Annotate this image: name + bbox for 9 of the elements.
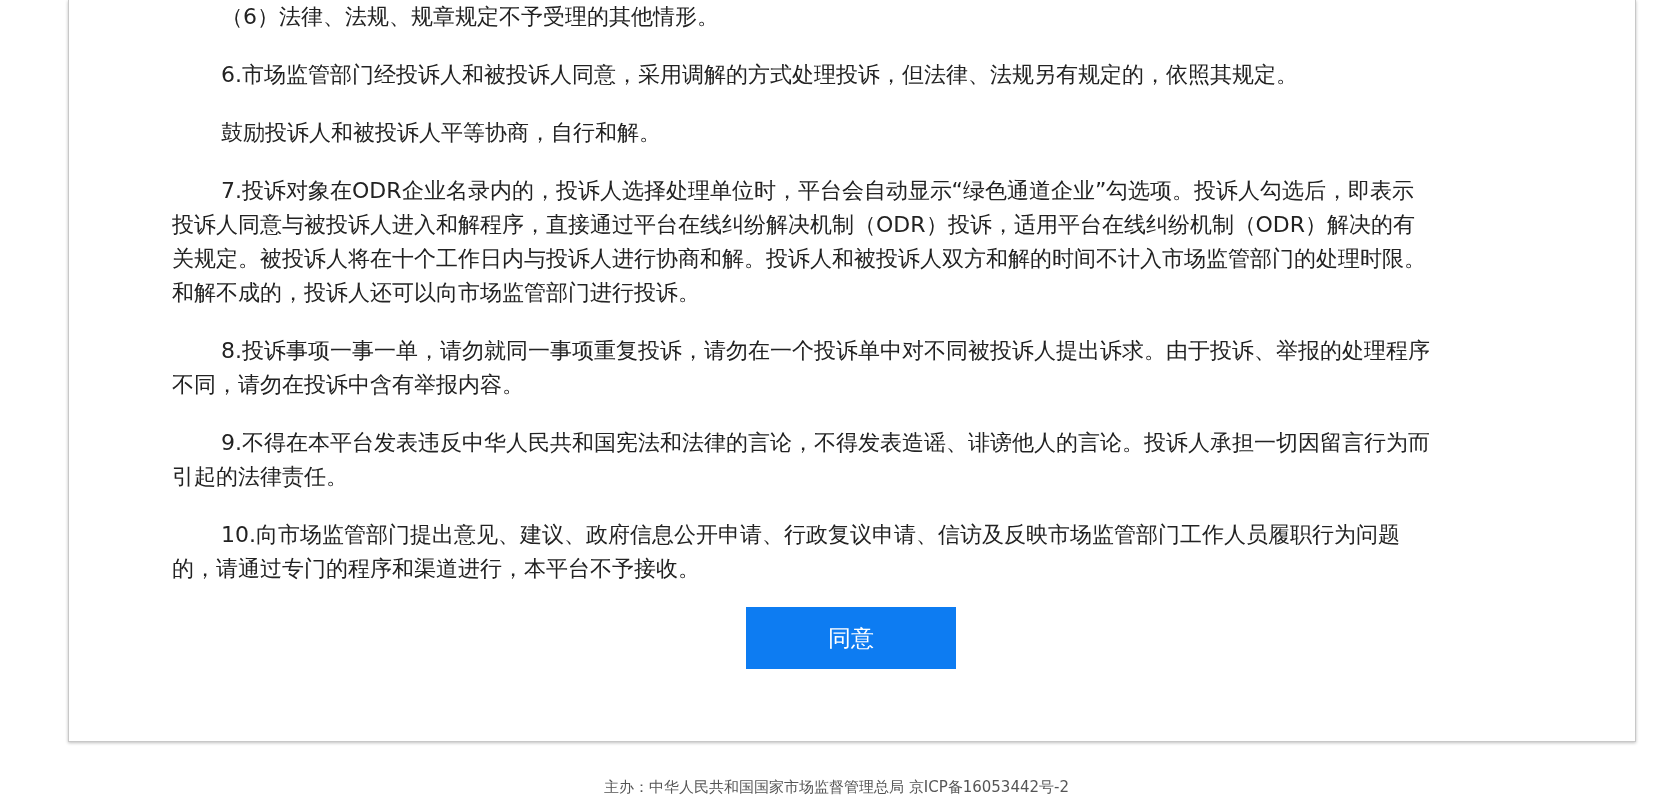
paragraph: 8.投诉事项一事一单，请勿就同一事项重复投诉，请勿在一个投诉单中对不同被投诉人提出诉求。由于投诉、举报的处理程序 不同，请勿在投诉中含有举报内容。 (172, 337, 1431, 399)
paragraph: 9.不得在本平台发表违反中华人民共和国宪法和法律的言论，不得发表造谣、诽谤他人的言论。投诉人承担一切因留言行为而 引起的法律责任。 (172, 429, 1431, 491)
paragraph: 6.市场监管部门经投诉人和被投诉人同意，采用调解的方式处理投诉，但法律、法规另有规定的，依照其规定。 (220, 61, 1299, 89)
agree-button[interactable]: 同意 (745, 607, 956, 669)
paragraph: 7.投诉对象在ODR企业名录内的，投诉人选择处理单位时，平台会自动显示“绿色通道企业”勾选项。投诉人勾选后，即表示 投诉人同意与被投诉人进入和解程序，直接通过平台在线纠纷解决机制（ODR）投诉，适用平台在线纠纷机制（ODR）解决的有 关规定。被投诉人将在十个工作日内与投诉人进行协商和解。投诉人和被投诉人双方和解的时间不计入市场监管部门的处理时限。 和解不成的，投诉人还可以向市场监管部门进行投诉。 (172, 177, 1427, 307)
paragraph: 鼓励投诉人和被投诉人平等协商，自行和解。 (220, 119, 662, 147)
footer-text: 主办：中华人民共和国国家市场监督管理总局 京ICP备16053442号-2 (603, 778, 1070, 796)
paragraph: （6）法律、法规、规章规定不予受理的其他情形。 (220, 3, 720, 31)
paragraph: 10.向市场监管部门提出意见、建议、政府信息公开申请、行政复议申请、信访及反映市场监管部门工作人员履职行为问题 的，请通过专门的程序和渠道进行，本平台不予接收。 (172, 521, 1401, 583)
